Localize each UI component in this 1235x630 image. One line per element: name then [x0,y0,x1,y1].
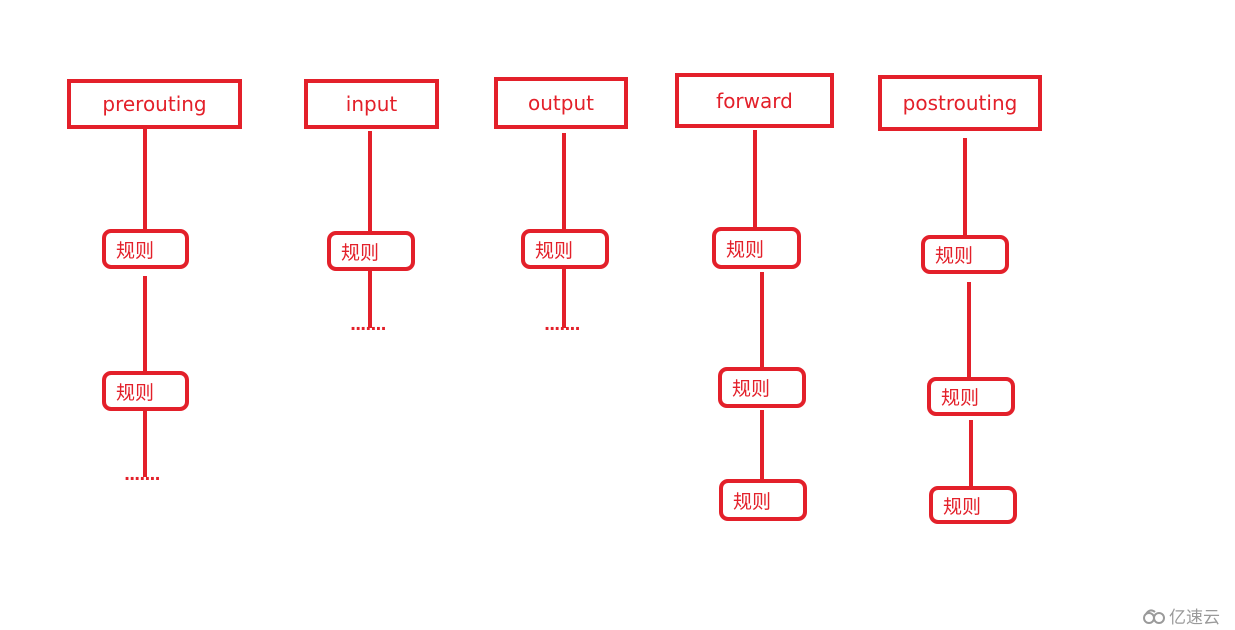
rule-box: 规则 [102,229,189,269]
connector-line [143,276,147,372]
connector-line [753,130,757,230]
connector-line [562,133,566,231]
connector-line [143,129,147,232]
continuation-dots: ....... [350,315,387,334]
rule-box: 规则 [929,486,1017,524]
cloud-logo-icon [1143,608,1165,624]
chain-output: output [494,77,628,129]
iptables-chains-diagram: prerouting 规则 规则 ....... input 规则 ......… [0,0,1235,630]
rule-box: 规则 [718,367,806,408]
rule-box: 规则 [927,377,1015,416]
chain-postrouting: postrouting [878,75,1042,131]
connector-line [969,420,973,488]
rule-box: 规则 [327,231,415,271]
rule-box: 规则 [719,479,807,521]
chain-forward: forward [675,73,834,128]
rule-box: 规则 [921,235,1009,274]
connector-line [368,131,372,233]
continuation-dots: ....... [124,465,161,484]
continuation-dots: ....... [544,315,581,334]
rule-box: 规则 [102,371,189,411]
chain-input: input [304,79,439,129]
chain-prerouting: prerouting [67,79,242,129]
rule-box: 规则 [521,229,609,269]
connector-line [967,282,971,379]
connector-line [963,138,967,237]
watermark: 亿速云 [1142,603,1220,628]
connector-line [760,272,764,369]
connector-line [760,410,764,481]
watermark-text: 亿速云 [1169,608,1220,628]
rule-box: 规则 [712,227,801,269]
